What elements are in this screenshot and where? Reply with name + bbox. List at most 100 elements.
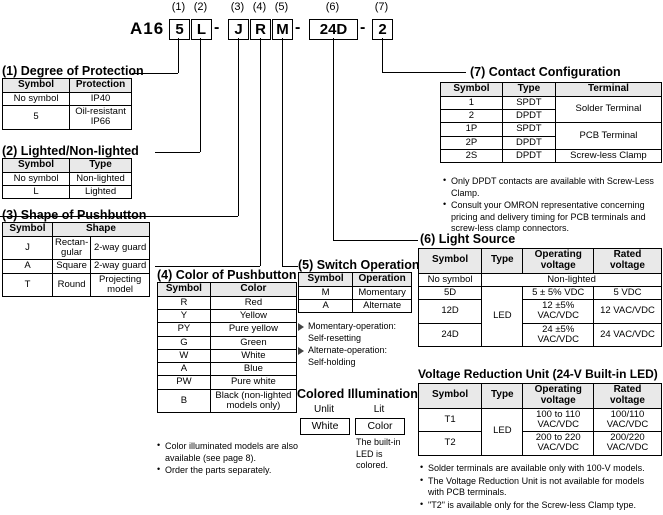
table-row: A Alternate: [297, 299, 412, 314]
part-number-segment-1: 5: [169, 19, 190, 40]
note-arrow-head: Alternate-operation:: [298, 344, 416, 356]
part-number-diagram: A16 5 (1) L (2) - J (3) R (4) M (5) -24D (6) -2 (7): [0, 1, 430, 44]
cell-color: Pure yellow: [209, 322, 298, 337]
cell-operating-voltage: 24 ±5% VAC/VDC: [522, 322, 594, 348]
cell-operation: Alternate: [352, 299, 412, 314]
note-arrow-head: Momentary-operation:: [298, 320, 416, 332]
cell-symbol: 2S: [440, 148, 503, 164]
cell-symbol: W: [157, 348, 211, 364]
part-number-separator: -: [214, 19, 220, 36]
column-header: Shape: [51, 222, 151, 237]
column-header: Symbol: [417, 248, 483, 274]
table-header-row: Symbol Operation: [297, 272, 412, 287]
label-unlit: Unlit: [313, 404, 334, 415]
table-row: 12D 12 ±5% VAC/VDC 12 VAC/VDC: [417, 299, 663, 324]
table-row: T2 200 to 220 VAC/VDC 200/220 VAC/VDC: [417, 431, 663, 456]
table-voltage-reduction: Symbol Type Operating voltage Rated voltage…: [417, 383, 663, 456]
table-switch-operation: Symbol Operation M Momentary A Alternate: [297, 272, 412, 314]
column-header: Color: [209, 282, 298, 297]
cell-symbol: 2P: [440, 135, 503, 150]
column-header: Terminal: [554, 82, 663, 97]
cell-type: Lighted: [69, 185, 132, 200]
cell-shape-name: Round: [51, 272, 92, 298]
cell-symbol: B: [157, 388, 211, 414]
column-header: Type: [501, 82, 556, 97]
box-unlit-value: White: [300, 418, 350, 435]
table-color: Symbol Color R Red Y Yellow PY Pure yellow G Gree…: [157, 282, 298, 414]
cell-operating-voltage: 200 to 220 VAC/VDC: [522, 431, 594, 456]
cell-type: DPDT: [501, 109, 556, 124]
cell-type: SPDT: [501, 122, 556, 137]
cell-operating-voltage: 12 ±5% VAC/VDC: [522, 299, 594, 324]
cell-symbol: A: [157, 362, 211, 377]
part-number-index-6: (6): [325, 1, 340, 13]
leader-line-vertical-7: [382, 38, 383, 72]
cell-type: DPDT: [501, 148, 556, 164]
section-title-degree-of-protection: (1) Degree of Protection: [2, 64, 144, 78]
leader-line-vertical-5: [282, 38, 283, 266]
column-header: Symbol: [1, 78, 71, 93]
column-header: Type: [481, 383, 524, 409]
cell-color: Yellow: [209, 309, 298, 324]
table-shape: Symbol Shape J Rectan- gular 2-way guard A Squ…: [2, 222, 151, 298]
cell-symbol: 5: [1, 105, 71, 130]
part-number-segment-4: J: [228, 19, 249, 40]
table-header-row: Symbol Shape: [2, 222, 151, 237]
leader-line-horizontal-6: [333, 240, 418, 241]
cell-symbol: R: [157, 295, 211, 311]
cell-color: White: [209, 348, 298, 364]
cell-symbol: 24D: [417, 322, 483, 348]
table-row: PY Pure yellow: [157, 322, 298, 337]
table-header-row: Symbol Type Operating voltage Rated voltage: [417, 248, 663, 274]
column-header: Protection: [69, 78, 132, 93]
cell-terminal: Solder Terminal: [554, 95, 663, 124]
cell-operation: Momentary: [352, 285, 412, 301]
column-header: Symbol: [2, 222, 53, 237]
leader-line-vertical-1: [178, 38, 179, 73]
cell-terminal: Screw-less Clamp: [554, 148, 663, 164]
part-number-separator: -: [360, 19, 366, 36]
table-header-row: Symbol Protection: [1, 78, 132, 93]
note-item: Consult your OMRON representative concer…: [443, 199, 661, 235]
table-row: 5 Oil-resistant IP66: [1, 105, 132, 130]
part-number-separator: -: [295, 19, 301, 36]
leader-line-vertical-6: [333, 38, 334, 240]
table-row: J Rectan- gular 2-way guard: [2, 235, 150, 261]
cell-symbol: 5D: [417, 285, 483, 301]
cell-shape-desc: 2-way guard: [90, 259, 150, 274]
note-item: "T2" is available only for the Screw-les…: [420, 499, 660, 512]
notes-switch-operation: Momentary-operation: Self-resetting Altern…: [298, 320, 416, 369]
column-header: Type: [69, 158, 132, 173]
part-number-segment-2: L: [191, 19, 212, 40]
section-title-color: (4) Color of Pushbutton: [157, 268, 297, 282]
table-row: W White: [157, 348, 298, 364]
table-row: L Lighted: [1, 185, 132, 200]
table-row: 1 SPDT Solder Terminal: [440, 95, 663, 124]
cell-protection: IP40: [69, 91, 132, 107]
part-number-segment-10: 2: [372, 19, 393, 40]
note-item: Only DPDT contacts are available with Sc…: [443, 175, 661, 199]
column-header: Symbol: [297, 272, 354, 287]
leader-line-horizontal-2: [155, 152, 200, 153]
cell-symbol: M: [297, 285, 354, 301]
table-row: 24D 24 ±5% VAC/VDC 24 VAC/VDC: [417, 322, 663, 348]
cell-type: DPDT: [501, 135, 556, 150]
note-arrow-sub: Self-resetting: [308, 333, 362, 344]
cell-operating-voltage: 100 to 110 VAC/VDC: [522, 407, 594, 433]
table-light-source: Symbol Type Operating voltage Rated voltage…: [417, 248, 663, 348]
table-header-row: Symbol Type: [1, 158, 132, 173]
table-row: B Black (non-lighted models only): [157, 388, 298, 414]
column-header: Rated voltage: [592, 383, 663, 409]
cell-symbol: 1P: [440, 122, 503, 137]
leader-line-vertical-3: [238, 38, 239, 216]
note-arrow-sub: Self-holding: [308, 357, 356, 368]
cell-protection: Oil-resistant IP66: [69, 105, 132, 130]
table-row: G Green: [157, 335, 298, 350]
table-row: A Square 2-way guard: [2, 259, 150, 274]
cell-symbol: No symbol: [417, 272, 483, 287]
leader-line-horizontal-7: [382, 72, 466, 73]
cell-type: SPDT: [501, 95, 556, 111]
notes-voltage-reduction: Solder terminals are available only with…: [420, 462, 660, 512]
cell-symbol: J: [2, 235, 53, 261]
table-row: PW Pure white: [157, 375, 298, 390]
